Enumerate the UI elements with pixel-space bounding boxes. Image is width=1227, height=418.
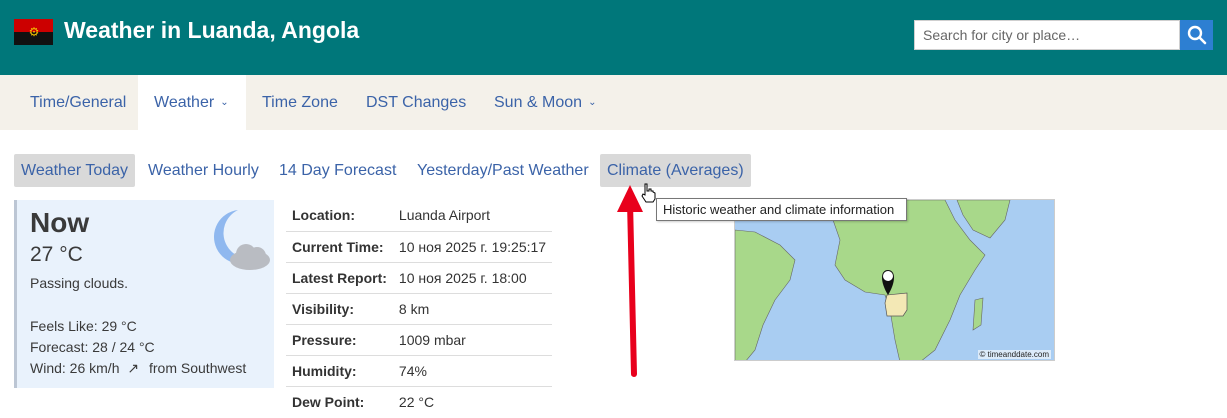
tooltip: Historic weather and climate information bbox=[656, 198, 907, 221]
detail-label: Current Time: bbox=[286, 231, 393, 263]
table-row: Location: Luanda Airport bbox=[286, 200, 553, 232]
detail-label: Pressure: bbox=[286, 324, 393, 356]
angola-flag-icon: ⚙ bbox=[14, 19, 53, 45]
detail-value: 10 ноя 2025 г. 18:00 bbox=[392, 262, 553, 294]
detail-value: 10 ноя 2025 г. 19:25:17 bbox=[392, 231, 553, 263]
map-credit: © timeanddate.com bbox=[977, 350, 1051, 359]
nav-item-time-zone[interactable]: Time Zone bbox=[262, 75, 338, 130]
tab-weather-hourly[interactable]: Weather Hourly bbox=[141, 154, 266, 187]
search-input[interactable] bbox=[914, 20, 1180, 50]
detail-label: Latest Report: bbox=[286, 262, 393, 294]
search-icon bbox=[1187, 25, 1206, 45]
detail-value: 22 °C bbox=[398, 393, 435, 410]
table-row: Visibility: 8 km bbox=[286, 293, 553, 325]
table-row: Latest Report: 10 ноя 2025 г. 18:00 bbox=[286, 262, 553, 294]
now-heading: Now bbox=[30, 207, 90, 238]
nav-item-dst-changes[interactable]: DST Changes bbox=[366, 75, 466, 130]
main-nav: Time/General Weather ⌄ Time Zone DST Chan… bbox=[0, 75, 1227, 130]
wind-direction-text: from Southwest bbox=[149, 360, 247, 376]
current-weather-panel: Now 27 °C Passing clouds. Feels Like: 29… bbox=[14, 200, 274, 388]
moon-cloud-icon bbox=[213, 210, 270, 270]
weather-description: Passing clouds. bbox=[30, 275, 129, 291]
forecast: Forecast: 28 / 24 °C bbox=[30, 339, 155, 355]
nav-item-sun-moon[interactable]: Sun & Moon ⌄ bbox=[494, 75, 596, 130]
table-row: Humidity: 74% bbox=[286, 355, 553, 387]
detail-value: 1009 mbar bbox=[392, 324, 553, 356]
feels-like: Feels Like: 29 °C bbox=[30, 318, 137, 334]
page-title: Weather in Luanda, Angola bbox=[64, 17, 360, 43]
table-row: Dew Point: 22 °C bbox=[286, 386, 552, 417]
chevron-down-icon: ⌄ bbox=[220, 97, 229, 108]
annotation-arrow-icon bbox=[617, 185, 643, 377]
site-header: ⚙ Weather in Luanda, Angola bbox=[0, 0, 1227, 75]
table-row: Pressure: 1009 mbar bbox=[286, 324, 553, 356]
detail-value: Luanda Airport bbox=[392, 200, 553, 232]
detail-label: Humidity: bbox=[286, 355, 393, 387]
detail-label: Visibility: bbox=[286, 293, 393, 325]
weather-details-table: Location: Luanda Airport Current Time: 10 … bbox=[286, 200, 553, 417]
current-temperature: 27 °C bbox=[30, 243, 83, 266]
tab-past-weather[interactable]: Yesterday/Past Weather bbox=[410, 154, 596, 187]
nav-item-time-general[interactable]: Time/General bbox=[30, 75, 126, 130]
detail-value: 8 km bbox=[392, 293, 553, 325]
detail-value: 74% bbox=[392, 355, 553, 387]
chevron-down-icon: ⌄ bbox=[588, 97, 597, 108]
world-map-graphic bbox=[735, 200, 1011, 360]
tab-14-day-forecast[interactable]: 14 Day Forecast bbox=[272, 154, 403, 187]
detail-label: Dew Point: bbox=[292, 393, 365, 410]
wind: Wind: 26 km/h ↗ from Southwest bbox=[30, 360, 246, 377]
nav-item-weather[interactable]: Weather ⌄ bbox=[138, 75, 246, 130]
detail-label: Location: bbox=[286, 200, 393, 232]
search-button[interactable] bbox=[1180, 20, 1213, 50]
table-row: Current Time: 10 ноя 2025 г. 19:25:17 bbox=[286, 231, 553, 263]
location-map[interactable]: © timeanddate.com bbox=[734, 199, 1055, 361]
wind-speed: Wind: 26 km/h bbox=[30, 360, 120, 376]
tab-weather-today[interactable]: Weather Today bbox=[14, 154, 136, 187]
wind-direction-icon: ↗ bbox=[127, 360, 140, 376]
